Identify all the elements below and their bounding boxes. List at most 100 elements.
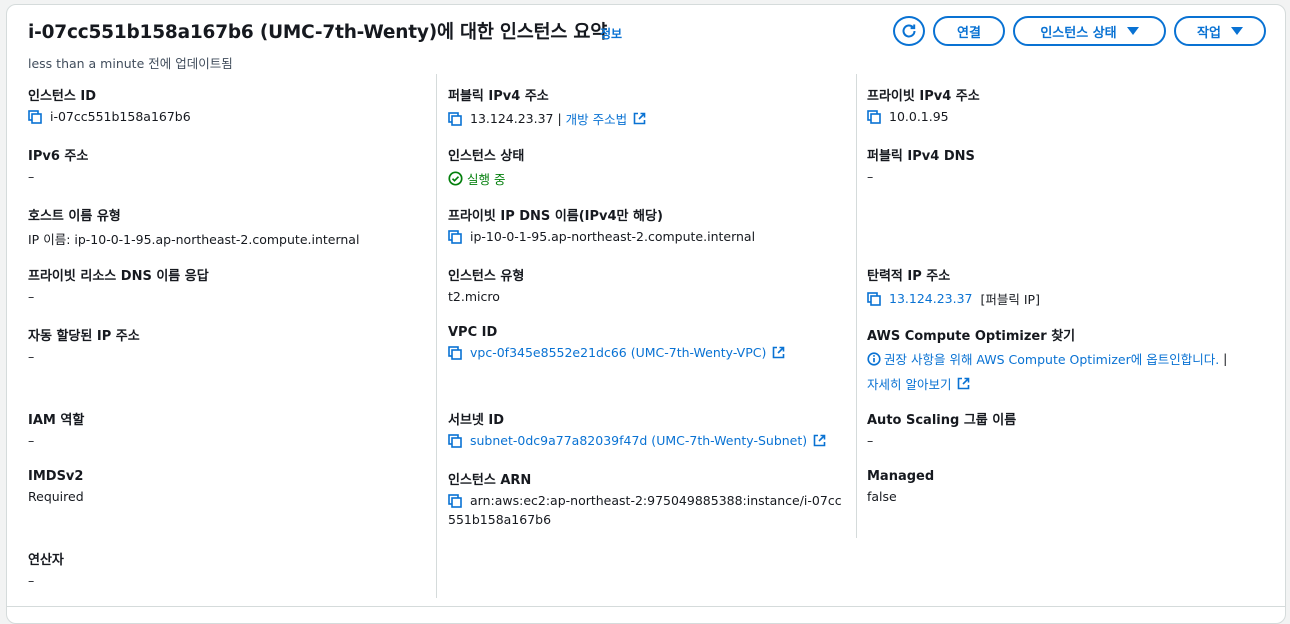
field-elastic-ip: 탄력적 IP 주소 13.124.23.37 [퍼블릭 IP]	[867, 265, 1040, 308]
field-value-row: 자세히 알아보기	[867, 374, 1227, 393]
caret-down-icon	[1230, 27, 1243, 35]
info-icon	[867, 351, 881, 366]
operator-value: –	[28, 573, 35, 588]
external-link-icon[interactable]	[957, 377, 970, 390]
field-value-row: subnet-0dc9a77a82039f47d (UMC-7th-Wenty-…	[448, 433, 826, 448]
field-label: 탄력적 IP 주소	[867, 269, 951, 284]
field-label: 호스트 이름 유형	[28, 209, 121, 224]
page-title: i-07cc551b158a167b6 (UMC-7th-Wenty)에 대한 …	[28, 22, 608, 43]
external-link-icon[interactable]	[813, 434, 826, 447]
instance-type-value: t2.micro	[448, 289, 500, 304]
asg-value: –	[867, 433, 874, 448]
field-subnet-id: 서브넷 ID subnet-0dc9a77a82039f47d (UMC-7th…	[448, 409, 826, 448]
field-ipv6: IPv6 주소 –	[28, 145, 88, 184]
private-dns-value: ip-10-0-1-95.ap-northeast-2.compute.inte…	[470, 229, 756, 244]
auto-ip-value: –	[28, 349, 35, 364]
field-label: 자동 할당된 IP 주소	[28, 329, 140, 344]
field-label: Managed	[867, 469, 935, 484]
ipv6-value: –	[28, 169, 35, 184]
field-label: IMDSv2	[28, 469, 84, 484]
field-label: 프라이빗 리소스 DNS 이름 응답	[28, 269, 209, 284]
refresh-button[interactable]	[893, 16, 925, 46]
field-label: AWS Compute Optimizer 찾기	[867, 329, 1076, 344]
field-imdsv2: IMDSv2 Required	[28, 469, 84, 504]
arn-value-line2: 551b158a167b6	[448, 512, 552, 527]
field-label: 인스턴스 상태	[448, 149, 525, 164]
open-address-link[interactable]: 개방 주소법	[566, 109, 627, 128]
field-label: 프라이빗 IPv4 주소	[867, 89, 980, 104]
copy-icon[interactable]	[448, 229, 462, 244]
external-link-icon[interactable]	[633, 112, 646, 125]
column-divider	[436, 74, 437, 598]
public-ipv4-value: 13.124.23.37	[470, 111, 554, 126]
learn-more-link[interactable]: 자세히 알아보기	[867, 374, 951, 393]
field-label: 인스턴스 ID	[28, 89, 96, 104]
refresh-icon	[902, 24, 916, 38]
connect-button[interactable]: 연결	[933, 16, 1005, 46]
field-value-row: arn:aws:ec2:ap-northeast-2:975049885388:…	[448, 493, 842, 508]
field-asg: Auto Scaling 그룹 이름 –	[867, 409, 1016, 448]
field-operator: 연산자 –	[28, 549, 64, 588]
field-value-row: 10.0.1.95	[867, 109, 980, 124]
check-circle-icon	[448, 171, 463, 186]
private-dns-answer-value: –	[28, 289, 35, 304]
imdsv2-value: Required	[28, 489, 84, 504]
column-divider	[856, 74, 857, 538]
instance-state-button-label: 인스턴스 상태	[1040, 25, 1117, 41]
separator: |	[1219, 351, 1228, 366]
field-public-ipv4: 퍼블릭 IPv4 주소 13.124.23.37 | 개방 주소법	[448, 85, 646, 128]
elastic-ip-link[interactable]: 13.124.23.37	[889, 291, 973, 306]
field-label: Auto Scaling 그룹 이름	[867, 413, 1017, 428]
optimizer-optin-link[interactable]: 권장 사항을 위해 AWS Compute Optimizer에 옵트인합니다.	[884, 349, 1219, 368]
field-iam-role: IAM 역할 –	[28, 409, 84, 448]
public-dns-value: –	[867, 169, 874, 184]
field-label: IAM 역할	[28, 413, 85, 428]
subnet-id-link[interactable]: subnet-0dc9a77a82039f47d (UMC-7th-Wenty-…	[470, 433, 807, 448]
field-label: 프라이빗 IP DNS 이름(IPv4만 해당)	[448, 209, 663, 224]
field-hostname-type: 호스트 이름 유형 IP 이름: ip-10-0-1-95.ap-northea…	[28, 205, 359, 248]
field-label: VPC ID	[448, 325, 498, 340]
iam-role-value: –	[28, 433, 35, 448]
field-label: 인스턴스 ARN	[448, 473, 532, 488]
copy-icon[interactable]	[867, 291, 881, 306]
field-value-row: 권장 사항을 위해 AWS Compute Optimizer에 옵트인합니다.…	[867, 349, 1227, 368]
field-private-dns-answer: 프라이빗 리소스 DNS 이름 응답 –	[28, 265, 209, 304]
field-instance-state: 인스턴스 상태 실행 중	[448, 145, 524, 188]
field-auto-ip: 자동 할당된 IP 주소 –	[28, 325, 140, 364]
field-value-row: 실행 중	[448, 169, 524, 188]
copy-icon[interactable]	[448, 493, 462, 508]
copy-icon[interactable]	[867, 109, 881, 124]
field-label: 인스턴스 유형	[448, 269, 525, 284]
instance-id-value: i-07cc551b158a167b6	[50, 109, 191, 124]
copy-icon[interactable]	[28, 109, 42, 124]
connect-button-label: 연결	[957, 25, 981, 41]
actions-button-label: 작업	[1197, 25, 1221, 41]
copy-icon[interactable]	[448, 433, 462, 448]
field-public-dns: 퍼블릭 IPv4 DNS –	[867, 145, 975, 184]
arn-value-line1: arn:aws:ec2:ap-northeast-2:975049885388:…	[470, 493, 842, 508]
field-arn: 인스턴스 ARN arn:aws:ec2:ap-northeast-2:9750…	[448, 469, 842, 527]
field-label: 퍼블릭 IPv4 주소	[448, 89, 549, 104]
last-updated-text: less than a minute 전에 업데이트됨	[28, 56, 233, 71]
field-value-row: 13.124.23.37 | 개방 주소법	[448, 109, 646, 128]
field-private-dns: 프라이빗 IP DNS 이름(IPv4만 해당) ip-10-0-1-95.ap…	[448, 205, 755, 244]
field-label: 연산자	[28, 553, 64, 568]
field-label: 서브넷 ID	[448, 413, 505, 428]
hostname-type-value: IP 이름: ip-10-0-1-95.ap-northeast-2.compu…	[28, 232, 360, 247]
field-instance-id: 인스턴스 ID i-07cc551b158a167b6	[28, 85, 191, 124]
instance-state-button[interactable]: 인스턴스 상태	[1013, 16, 1166, 46]
field-optimizer: AWS Compute Optimizer 찾기 권장 사항을 위해 AWS C…	[867, 325, 1227, 393]
field-vpc-id: VPC ID vpc-0f345e8552e21dc66 (UMC-7th-We…	[448, 325, 785, 360]
copy-icon[interactable]	[448, 111, 462, 126]
field-value-row: vpc-0f345e8552e21dc66 (UMC-7th-Wenty-VPC…	[448, 345, 785, 360]
field-managed: Managed false	[867, 469, 934, 504]
copy-icon[interactable]	[448, 345, 462, 360]
field-instance-type: 인스턴스 유형 t2.micro	[448, 265, 524, 304]
info-link[interactable]: 정보	[600, 25, 622, 42]
vpc-id-link[interactable]: vpc-0f345e8552e21dc66 (UMC-7th-Wenty-VPC…	[470, 345, 766, 360]
external-link-icon[interactable]	[772, 346, 785, 359]
managed-value: false	[867, 489, 897, 504]
actions-button[interactable]: 작업	[1174, 16, 1266, 46]
field-private-ipv4: 프라이빗 IPv4 주소 10.0.1.95	[867, 85, 980, 124]
elastic-ip-suffix: [퍼블릭 IP]	[980, 292, 1040, 307]
